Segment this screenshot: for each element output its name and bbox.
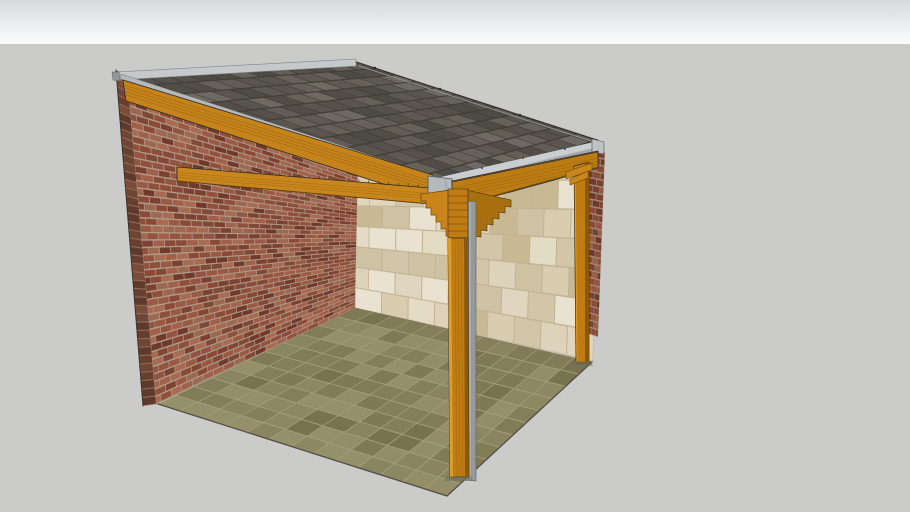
front-post-shadow: [444, 476, 473, 481]
sky: [0, 0, 910, 46]
rear-post-shadow: [570, 361, 593, 366]
ridge-end-cap: [111, 71, 121, 82]
3d-model-canvas[interactable]: [0, 0, 910, 512]
model-viewport[interactable]: [0, 0, 910, 512]
rear-post-dark-side: [585, 162, 589, 363]
